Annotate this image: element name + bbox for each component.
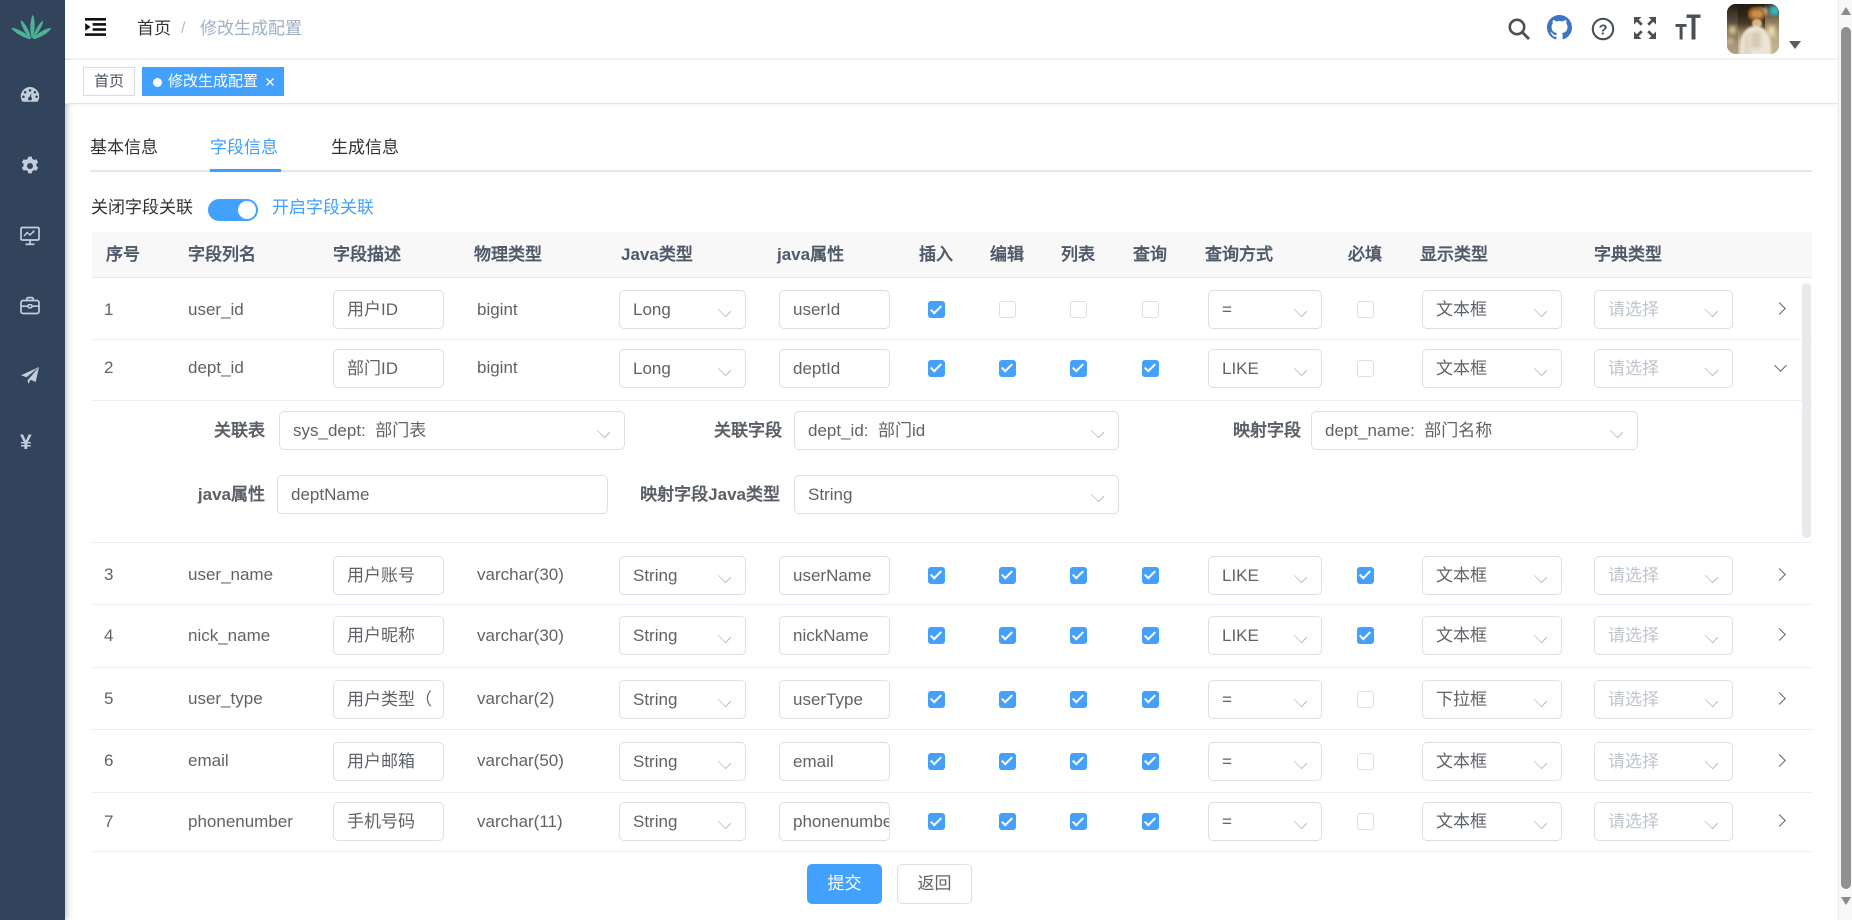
svg-text:?: ? [1599,22,1608,38]
